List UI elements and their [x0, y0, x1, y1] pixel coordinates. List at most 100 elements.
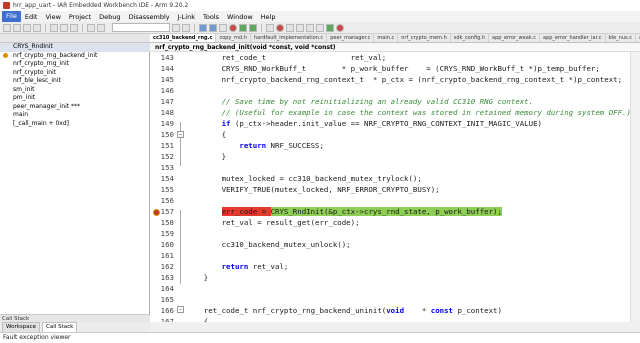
editor-tab[interactable]: ble_nus.c — [606, 34, 636, 42]
call-stack-item[interactable]: CRYS_RndInit — [0, 43, 150, 52]
debug-without-download-icon[interactable] — [249, 23, 257, 32]
menu-view[interactable]: View — [41, 13, 64, 21]
code-line[interactable]: 152 } — [150, 151, 640, 162]
code-line[interactable]: 157 err_code = CRYS_RndInit(&p_ctx->crys… — [150, 206, 640, 217]
step-out-icon[interactable] — [306, 23, 314, 32]
line-number: 149 — [160, 119, 174, 128]
run-to-cursor-icon[interactable] — [316, 23, 324, 32]
code-area[interactable]: − − 143 ret_code_t ret_val; 144 CRYS_RND_… — [150, 52, 640, 343]
editor-tab[interactable]: sdk_config.h — [451, 34, 490, 42]
code-line[interactable]: 158 ret_val = result_get(err_code); — [150, 217, 640, 228]
go-icon[interactable] — [326, 23, 334, 32]
code-token: ret_val; — [248, 262, 289, 271]
code-line[interactable]: 147 // Save time by not reinitializing a… — [150, 96, 640, 107]
bottom-area — [150, 322, 640, 332]
menu-file[interactable]: File — [2, 11, 21, 22]
editor-tab[interactable]: peer_manager.c — [327, 34, 375, 42]
find-input[interactable] — [112, 23, 170, 32]
call-stack-item[interactable]: main — [0, 111, 150, 120]
download-debug-icon[interactable] — [239, 23, 247, 32]
code-line[interactable]: 162 return ret_val; — [150, 261, 640, 272]
breakpoint-icon[interactable] — [153, 209, 160, 216]
call-stack-item[interactable]: nrf_crypto_init — [0, 69, 150, 78]
code-line[interactable]: 148 // (Useful for example in case the c… — [150, 107, 640, 118]
break-icon[interactable] — [276, 23, 284, 32]
step-into-icon[interactable] — [296, 23, 304, 32]
code-line[interactable]: 166 ret_code_t nrf_crypto_rng_backend_un… — [150, 305, 640, 316]
paste-icon[interactable] — [70, 23, 78, 32]
code-line[interactable]: 160 cc310_backend_mutex_unlock(); — [150, 239, 640, 250]
tab-call-stack[interactable]: Call Stack — [42, 321, 78, 333]
code-line[interactable]: 153 — [150, 162, 640, 173]
stop-build-icon[interactable] — [219, 23, 227, 32]
code-line[interactable]: 163 } — [150, 272, 640, 283]
editor-tab[interactable]: copy_rnd.h — [216, 34, 251, 42]
vertical-scrollbar[interactable] — [630, 52, 640, 322]
redo-icon[interactable] — [97, 23, 105, 32]
find-icon[interactable] — [172, 23, 180, 32]
call-stack-item[interactable]: nrf_crypto_rng_init — [0, 60, 150, 69]
editor-tab[interactable]: app_f — [636, 34, 640, 42]
code-line[interactable]: 149 if (p_ctx->header.init_value == NRF_… — [150, 118, 640, 129]
menu-jlink[interactable]: J-Link — [174, 13, 199, 21]
menu-disassembly[interactable]: Disassembly — [125, 13, 174, 21]
code-token: * — [404, 306, 431, 315]
code-token: ret_code_t nrf_crypto_rng_backend_uninit… — [186, 306, 387, 315]
code-line[interactable]: 165 — [150, 294, 640, 305]
code-line[interactable]: 145 nrf_crypto_backend_rng_context_t * p… — [150, 74, 640, 85]
compile-icon[interactable] — [199, 23, 207, 32]
tab-workspace[interactable]: Workspace — [2, 321, 41, 333]
app-icon — [3, 2, 10, 9]
code-line[interactable]: 151 return NRF_SUCCESS; — [150, 140, 640, 151]
editor-tab[interactable]: app_error_weak.c — [489, 34, 541, 42]
line-number: 162 — [160, 262, 174, 271]
stop-debug-icon[interactable] — [336, 23, 344, 32]
code-token: { — [186, 130, 227, 139]
code-text: } — [178, 152, 226, 161]
reset-icon[interactable] — [266, 23, 274, 32]
undo-icon[interactable] — [87, 23, 95, 32]
window-title: hrr_app_uart - IAR Embedded Workbench ID… — [13, 2, 189, 9]
cut-icon[interactable] — [50, 23, 58, 32]
code-line[interactable]: 154 mutex_locked = cc310_backend_mutex_t… — [150, 173, 640, 184]
menu-help[interactable]: Help — [257, 13, 280, 21]
code-line[interactable]: 159 — [150, 228, 640, 239]
call-stack-item[interactable]: pm_init — [0, 94, 150, 103]
menu-edit[interactable]: Edit — [21, 13, 42, 21]
open-file-icon[interactable] — [13, 23, 21, 32]
new-file-icon[interactable] — [3, 23, 11, 32]
call-stack-item[interactable]: nrf_crypto_rng_backend_init — [0, 52, 150, 61]
make-icon[interactable] — [209, 23, 217, 32]
editor-tab[interactable]: app_error_handler_iar.c — [540, 34, 606, 42]
menu-debug[interactable]: Debug — [95, 13, 124, 21]
code-line[interactable]: 146 — [150, 85, 640, 96]
code-line[interactable]: 156 — [150, 195, 640, 206]
editor-tab[interactable]: hardfault_implementation.c — [251, 34, 328, 42]
save-icon[interactable] — [23, 23, 31, 32]
call-stack-item[interactable]: nrf_ble_lesc_init — [0, 77, 150, 86]
breakpoint-icon[interactable] — [229, 23, 237, 32]
code-line[interactable]: 144 CRYS_RND_WorkBuff_t * p_work_buffer … — [150, 63, 640, 74]
step-over-icon[interactable] — [286, 23, 294, 32]
function-selector[interactable]: nrf_crypto_rng_backend_init(void *const,… — [150, 43, 640, 52]
code-line[interactable]: 143 ret_code_t ret_val; — [150, 52, 640, 63]
code-line[interactable]: 150 { — [150, 129, 640, 140]
copy-icon[interactable] — [60, 23, 68, 32]
code-line[interactable]: 161 — [150, 250, 640, 261]
code-text: // Save time by not reinitializing an al… — [178, 97, 533, 106]
menu-tools[interactable]: Tools — [199, 13, 223, 21]
code-line[interactable]: 164 — [150, 283, 640, 294]
editor-tab[interactable]: cc310_backend_rng.c — [150, 34, 217, 42]
menu-project[interactable]: Project — [65, 13, 95, 21]
editor-tab[interactable]: main.c — [374, 34, 399, 42]
code-token: nrf_crypto_backend_rng_context_t * p_ctx… — [186, 75, 623, 84]
call-stack-item[interactable]: peer_manager_init *** — [0, 103, 150, 112]
code-text: err_code = CRYS_RndInit(&p_ctx->crys_rnd… — [178, 207, 502, 216]
code-line[interactable]: 155 VERIFY_TRUE(mutex_locked, NRF_ERROR_… — [150, 184, 640, 195]
menu-window[interactable]: Window — [223, 13, 257, 21]
save-all-icon[interactable] — [33, 23, 41, 32]
replace-icon[interactable] — [182, 23, 190, 32]
editor-tab[interactable]: nrf_crypto_mem.h — [398, 34, 451, 42]
call-stack-item[interactable]: sm_init — [0, 86, 150, 95]
call-stack-item[interactable]: [_call_main + 0xd] — [0, 120, 150, 129]
